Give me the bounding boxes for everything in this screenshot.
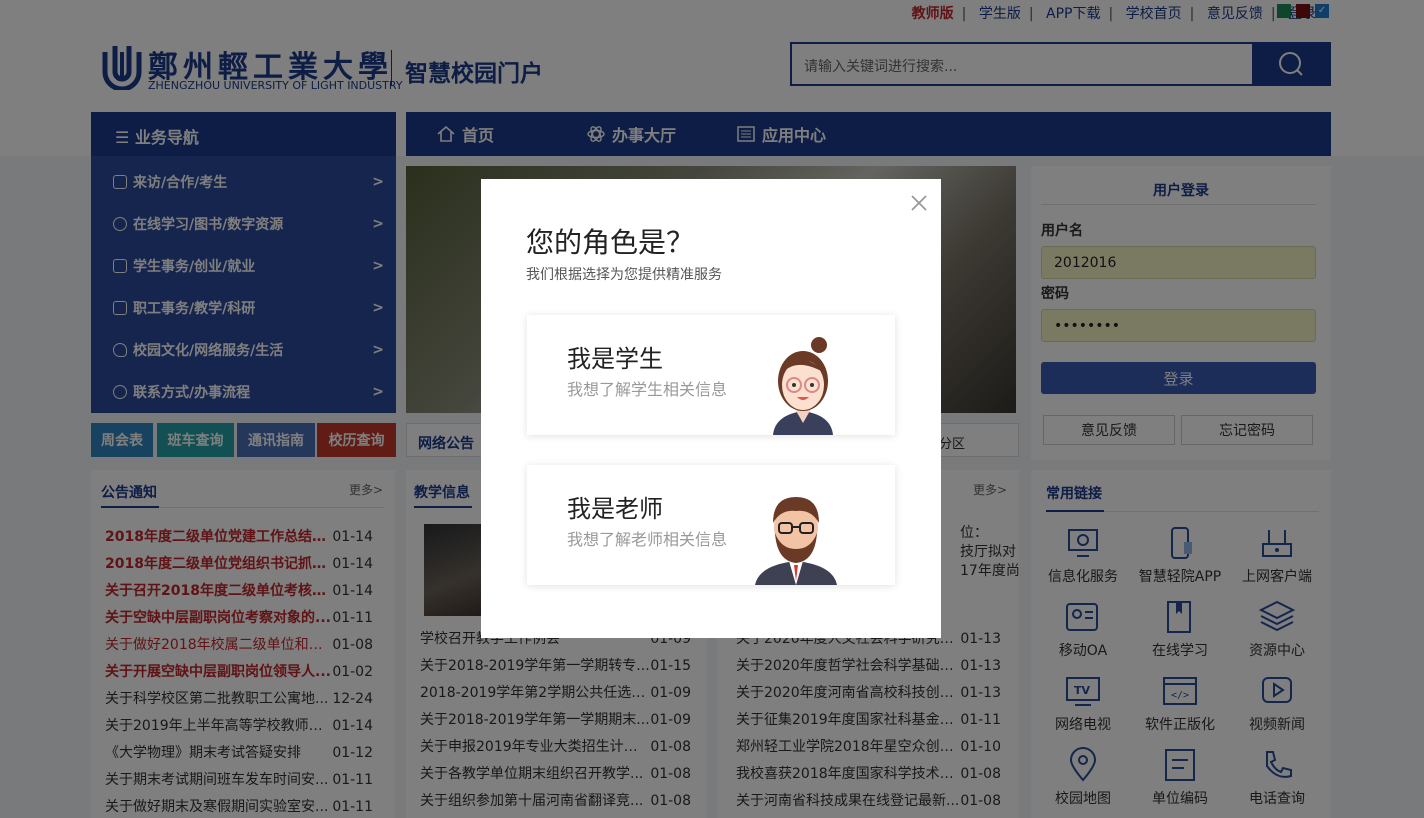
student-card-subtitle: 我想了解学生相关信息 [567,380,728,399]
student-role-card[interactable]: 我是学生 我想了解学生相关信息 [527,315,895,435]
close-icon[interactable] [909,193,929,213]
modal-subtitle: 我们根据选择为您提供精准服务 [526,267,722,283]
student-avatar-icon [773,337,833,435]
teacher-role-card[interactable]: 我是老师 我想了解老师相关信息 [527,465,895,585]
teacher-card-title: 我是老师 [567,495,663,523]
student-card-title: 我是学生 [567,345,663,373]
teacher-card-subtitle: 我想了解老师相关信息 [567,530,728,549]
teacher-avatar-icon [755,497,837,585]
role-selection-modal: 您的角色是？ 我们根据选择为您提供精准服务 我是学生 我想了解学生相关信息 我是… [481,179,941,638]
modal-title: 您的角色是？ [526,226,695,259]
